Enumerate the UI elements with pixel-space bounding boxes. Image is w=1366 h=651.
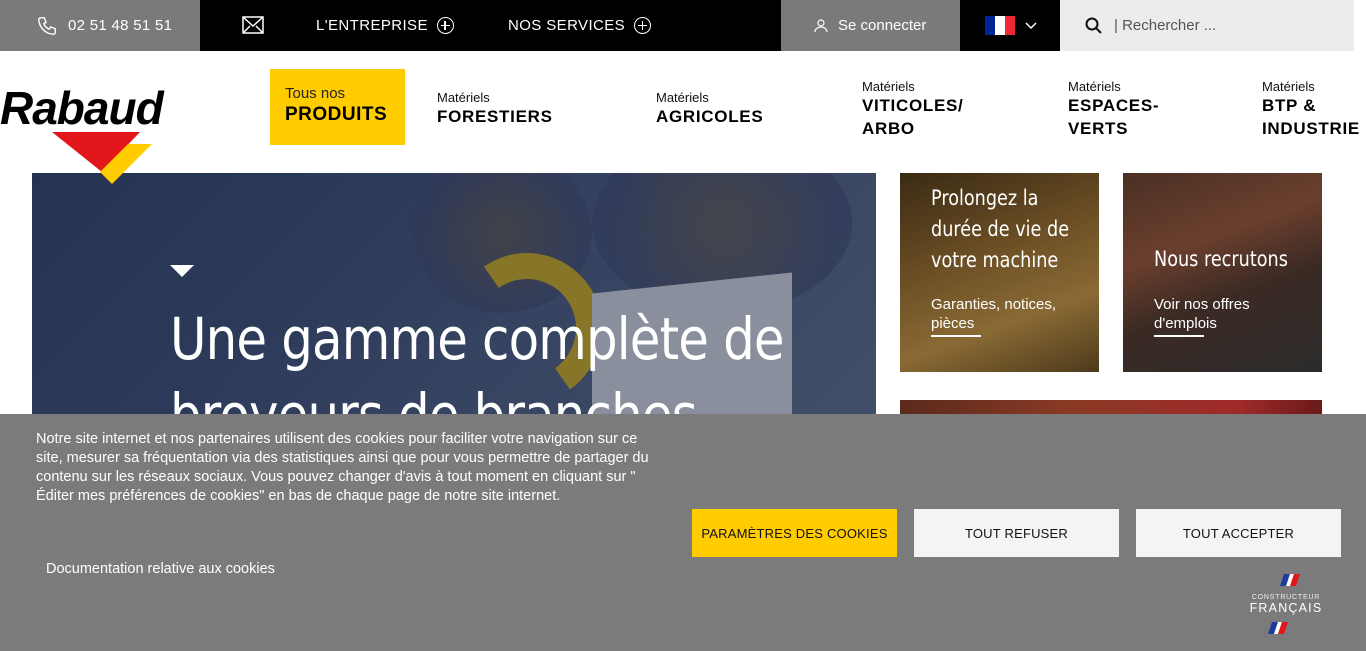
nav-big-label-2: ARBO	[862, 119, 915, 138]
cookie-banner: Notre site internet et nos partenaires u…	[0, 414, 1366, 651]
tile-link[interactable]: Garanties, notices, pièces	[931, 295, 1056, 333]
top-bar: 02 51 48 51 51 L'ENTREPRISE NOS SERVICES…	[0, 0, 1366, 51]
rabaud-logo[interactable]: Rabaud	[0, 86, 242, 186]
top-bar-edge	[1354, 0, 1366, 51]
nav-big-label: VITICOLES/	[862, 96, 964, 115]
tile-title: Nous recrutons	[1154, 244, 1288, 275]
nav-small-label: Matériels	[1262, 79, 1315, 94]
nav-small-label: Matériels	[437, 90, 490, 105]
tile-title: Prolongez la durée de vie de votre machi…	[931, 183, 1069, 276]
language-selector[interactable]	[960, 0, 1060, 51]
nav-big-label-2: VERTS	[1068, 119, 1129, 138]
nav-big-label: BTP &	[1262, 96, 1317, 115]
nav-big-label: AGRICOLES	[656, 107, 764, 126]
tile-link-line: d'emplois	[1154, 315, 1217, 332]
nav-services[interactable]: NOS SERVICES	[508, 0, 652, 51]
french-flag-icon	[985, 16, 1015, 35]
nav-forestiers[interactable]: Matériels FORESTIERS	[437, 90, 553, 128]
login-label: Se connecter	[838, 17, 927, 34]
tile-underline	[1154, 335, 1204, 337]
nav-btp-industrie[interactable]: Matériels BTP & INDUSTRIE	[1262, 79, 1360, 140]
nav-espaces-verts[interactable]: Matériels ESPACES- VERTS	[1068, 79, 1159, 140]
nav-small-label: Matériels	[656, 90, 709, 105]
tile-title-line: Prolongez la	[931, 186, 1039, 210]
chevron-down-icon	[1025, 21, 1037, 29]
tile-link-line: Voir nos offres	[1154, 296, 1250, 313]
login-button[interactable]: Se connecter	[781, 0, 960, 51]
mail-icon[interactable]	[242, 16, 264, 34]
hero-banner[interactable]: Une gamme complète de broyeurs de branch…	[32, 173, 876, 433]
nav-services-label: NOS SERVICES	[508, 17, 626, 34]
tile-title-line: votre machine	[931, 248, 1059, 272]
tile-title-line: Nous recrutons	[1154, 247, 1288, 271]
phone-link[interactable]: 02 51 48 51 51	[0, 0, 200, 51]
cookie-documentation-link[interactable]: Documentation relative aux cookies	[46, 561, 275, 577]
phone-number: 02 51 48 51 51	[68, 17, 173, 34]
user-icon	[814, 18, 828, 32]
tile-link-line: Garanties, notices,	[931, 296, 1057, 313]
tile-link-line: pièces	[931, 315, 975, 332]
nav-big-label: FORESTIERS	[437, 107, 553, 126]
cookie-refuse-button[interactable]: TOUT REFUSER	[914, 509, 1119, 557]
plus-circle-icon	[436, 17, 454, 34]
triangle-down-icon	[170, 265, 194, 277]
all-products-button[interactable]: Tous nos PRODUITS	[270, 69, 405, 145]
cookie-accept-button[interactable]: TOUT ACCEPTER	[1136, 509, 1341, 557]
cookie-text: Notre site internet et nos partenaires u…	[36, 431, 649, 504]
tile-title-line: durée de vie de	[931, 217, 1070, 241]
badge-big-label: FRANÇAIS	[1249, 601, 1323, 615]
badge-small-label: CONSTRUCTEUR	[1251, 594, 1321, 601]
nav-entreprise-label: L'ENTREPRISE	[316, 17, 428, 34]
tile-recrutement[interactable]: Nous recrutons Voir nos offres d'emplois	[1123, 173, 1322, 372]
cookie-settings-button[interactable]: PARAMÈTRES DES COOKIES	[692, 509, 897, 557]
constructeur-francais-badge: CONSTRUCTEUR FRANÇAIS	[1244, 572, 1328, 638]
tile-maintenance[interactable]: Prolongez la durée de vie de votre machi…	[900, 173, 1099, 372]
nav-viticoles[interactable]: Matériels VITICOLES/ ARBO	[862, 79, 963, 140]
hero-title-line-1: Une gamme complète de	[170, 305, 785, 373]
svg-text:Rabaud: Rabaud	[0, 86, 165, 134]
phone-icon	[38, 16, 56, 35]
nav-agricoles[interactable]: Matériels AGRICOLES	[656, 90, 763, 128]
search-icon[interactable]	[1085, 17, 1102, 34]
nav-big-label: ESPACES-	[1068, 96, 1160, 115]
nav-big-label-2: INDUSTRIE	[1262, 119, 1360, 138]
search-input[interactable]	[1114, 17, 1334, 34]
top-nav: L'ENTREPRISE NOS SERVICES	[200, 0, 781, 51]
tile-link[interactable]: Voir nos offres d'emplois	[1154, 295, 1250, 333]
nav-small-label: Matériels	[862, 79, 915, 94]
plus-circle-icon	[634, 17, 652, 34]
products-small-label: Tous nos	[285, 85, 346, 102]
nav-small-label: Matériels	[1068, 79, 1121, 94]
tile-underline	[931, 335, 981, 337]
nav-entreprise[interactable]: L'ENTREPRISE	[316, 0, 454, 51]
products-big-label: PRODUITS	[285, 104, 388, 125]
search-bar	[1060, 0, 1354, 51]
